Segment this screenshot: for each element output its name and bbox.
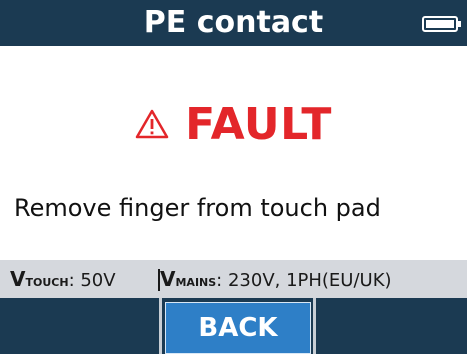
mains-voltage-subscript: MAINS <box>175 276 217 289</box>
mains-voltage-value: : 230V, 1PH(EU/UK) <box>216 270 392 291</box>
page-title: PE contact <box>143 5 324 40</box>
fault-status-text: FAULT <box>185 98 332 150</box>
mains-voltage-readout: VMAINS: 230V, 1PH(EU/UK) <box>160 260 392 298</box>
back-button[interactable]: BACK <box>165 302 311 354</box>
softkey-bar: BACK <box>0 298 467 354</box>
touch-voltage-readout: VTOUCH: 50V <box>10 260 116 298</box>
warning-triangle-icon <box>135 109 169 139</box>
softkey-divider <box>159 298 162 354</box>
pe-contact-screen: PE contact FAULT Remove finger from touc… <box>0 0 467 354</box>
touch-voltage-symbol: V <box>10 267 26 291</box>
softkey-left[interactable] <box>0 298 157 354</box>
message-area: FAULT Remove finger from touch pad <box>0 46 467 260</box>
instruction-message: Remove finger from touch pad <box>14 194 381 222</box>
fault-indicator: FAULT <box>0 94 467 154</box>
touch-voltage-subscript: TOUCH <box>25 276 69 289</box>
title-bar: PE contact <box>0 0 467 46</box>
touch-voltage-value: : 50V <box>68 270 116 291</box>
status-bar: VTOUCH: 50V VMAINS: 230V, 1PH(EU/UK) <box>0 260 467 298</box>
mains-voltage-symbol: V <box>160 267 176 291</box>
softkey-right[interactable] <box>318 298 467 354</box>
softkey-divider <box>313 298 316 354</box>
battery-icon <box>422 16 461 32</box>
